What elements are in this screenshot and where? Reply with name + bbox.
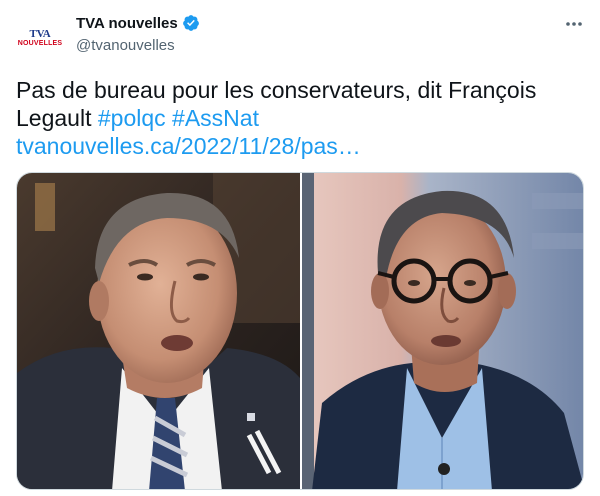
more-options-icon[interactable] bbox=[562, 12, 586, 36]
media-grid bbox=[16, 172, 584, 490]
hashtag-link[interactable]: #polqc bbox=[98, 105, 166, 131]
tweet-text: Pas de bureau pour les conservateurs, di… bbox=[16, 76, 584, 160]
account-avatar[interactable]: TVA NOUVELLES bbox=[16, 14, 64, 62]
tweet-card[interactable]: TVA NOUVELLES TVA nouvelles @tvanouvelle… bbox=[0, 0, 600, 496]
account-name-row: TVA nouvelles bbox=[76, 14, 200, 32]
logo-bottom-text: NOUVELLES bbox=[17, 39, 63, 47]
tweet-body-text: Pas de bureau pour les conservateurs, di… bbox=[16, 77, 537, 131]
logo-top-text: TVA bbox=[29, 27, 51, 40]
photo-commentator-image bbox=[302, 173, 583, 489]
verified-badge-icon bbox=[182, 15, 199, 31]
article-link[interactable]: tvanouvelles.ca/2022/11/28/pas… bbox=[16, 133, 361, 159]
account-display-name[interactable]: TVA nouvelles bbox=[76, 15, 178, 32]
ellipsis-icon bbox=[566, 22, 582, 26]
photo-legault-image bbox=[17, 173, 300, 489]
photo-commentator[interactable] bbox=[302, 173, 583, 489]
account-handle[interactable]: @tvanouvelles bbox=[76, 37, 175, 54]
hashtag-link[interactable]: #AssNat bbox=[172, 105, 259, 131]
photo-legault[interactable] bbox=[17, 173, 300, 489]
